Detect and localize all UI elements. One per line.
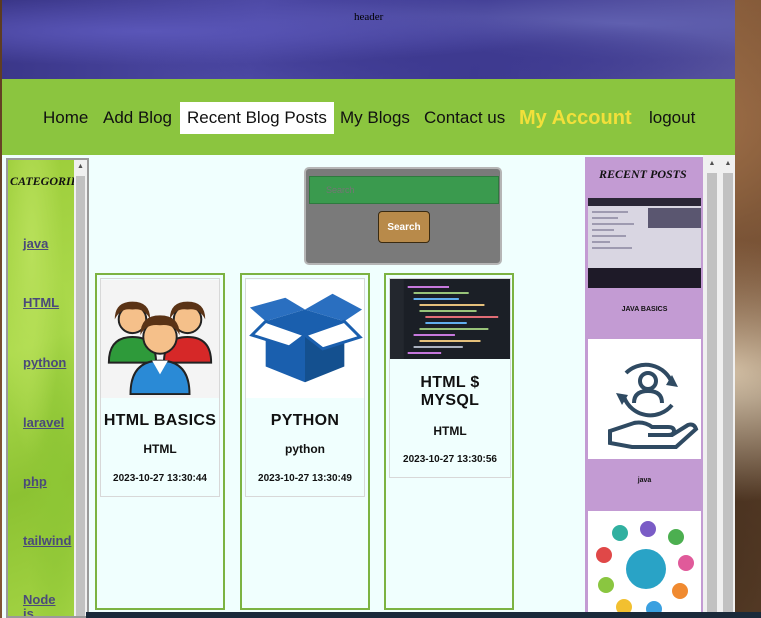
post-date: 2023-10-27 13:30:49: [258, 473, 352, 484]
taskbar-strip: [86, 612, 761, 618]
page: header Home Add Blog Recent Blog Posts M…: [2, 0, 735, 618]
main-scrollbar[interactable]: ▲ ▲: [703, 155, 735, 618]
category-link-html[interactable]: HTML: [23, 295, 59, 310]
scroll-up-arrow-icon[interactable]: ▲: [74, 160, 87, 174]
search-button[interactable]: Search: [378, 211, 430, 243]
recent-post-item[interactable]: [588, 511, 701, 618]
post-card[interactable]: HTML BASICS HTML 2023-10-27 13:30:44: [95, 273, 225, 610]
post-category: HTML: [433, 424, 467, 438]
header-text: header: [354, 11, 384, 23]
scroll-up-arrow-icon[interactable]: ▲: [721, 157, 735, 171]
recent-post-item[interactable]: JAVA BASICS: [588, 198, 701, 334]
category-link-node-js[interactable]: Node js: [23, 593, 63, 617]
main-scroll-thumb[interactable]: [723, 173, 733, 618]
nav-contact-us[interactable]: Contact us: [417, 102, 512, 134]
nav-home[interactable]: Home: [36, 102, 95, 134]
search-form: Search: [304, 167, 502, 265]
post-title[interactable]: PYTHON: [246, 412, 364, 430]
search-input[interactable]: [309, 176, 499, 204]
users-group-icon: [101, 280, 219, 398]
category-link-tailwind[interactable]: tailwind: [23, 533, 71, 548]
header-banner: header: [2, 0, 735, 79]
code-screen-image: [390, 279, 510, 359]
category-link-laravel[interactable]: laravel: [23, 415, 64, 430]
post-title[interactable]: HTML BASICS: [101, 412, 219, 430]
recent-posts-title: RECENT POSTS: [599, 167, 687, 181]
open-box-icon: [246, 280, 364, 398]
event-success-diagram: [588, 511, 701, 618]
category-link-java[interactable]: java: [23, 236, 48, 251]
recent-post-item[interactable]: java: [588, 339, 701, 505]
post-date: 2023-10-27 13:30:44: [113, 473, 207, 484]
post-card[interactable]: HTML $ MYSQL HTML 2023-10-27 13:30:56: [384, 273, 514, 610]
laptop-terminal-image: [588, 198, 701, 288]
category-link-python[interactable]: python: [23, 355, 66, 370]
recent-post-label[interactable]: java: [588, 477, 701, 484]
post-title[interactable]: HTML $ MYSQL: [390, 374, 510, 410]
recent-scroll-thumb[interactable]: [707, 173, 717, 618]
sidebar-scroll-thumb[interactable]: [76, 176, 85, 616]
post-category: python: [285, 442, 325, 456]
sidebar-scrollbar[interactable]: ▲: [74, 160, 87, 616]
post-card[interactable]: PYTHON python 2023-10-27 13:30:49: [240, 273, 370, 610]
category-sidebar: CATEGORIES java HTML python laravel php …: [6, 158, 89, 618]
scroll-up-arrow-icon[interactable]: ▲: [705, 157, 719, 171]
post-date: 2023-10-27 13:30:56: [403, 454, 497, 465]
post-category: HTML: [143, 442, 177, 456]
user-cycle-hand-icon: [588, 339, 701, 459]
nav-add-blog[interactable]: Add Blog: [96, 102, 179, 134]
nav-my-blogs[interactable]: My Blogs: [333, 102, 417, 134]
category-link-php[interactable]: php: [23, 474, 47, 489]
main-nav: Home Add Blog Recent Blog Posts My Blogs…: [2, 79, 735, 155]
nav-my-account[interactable]: My Account: [512, 102, 639, 134]
nav-recent-blog-posts[interactable]: Recent Blog Posts: [180, 102, 334, 134]
nav-logout[interactable]: logout: [642, 102, 702, 134]
recent-post-label[interactable]: JAVA BASICS: [588, 306, 701, 313]
recent-posts-sidebar: RECENT POSTS JAVA BASICS java: [585, 157, 703, 618]
main-content: CATEGORIES java HTML python laravel php …: [2, 155, 735, 618]
